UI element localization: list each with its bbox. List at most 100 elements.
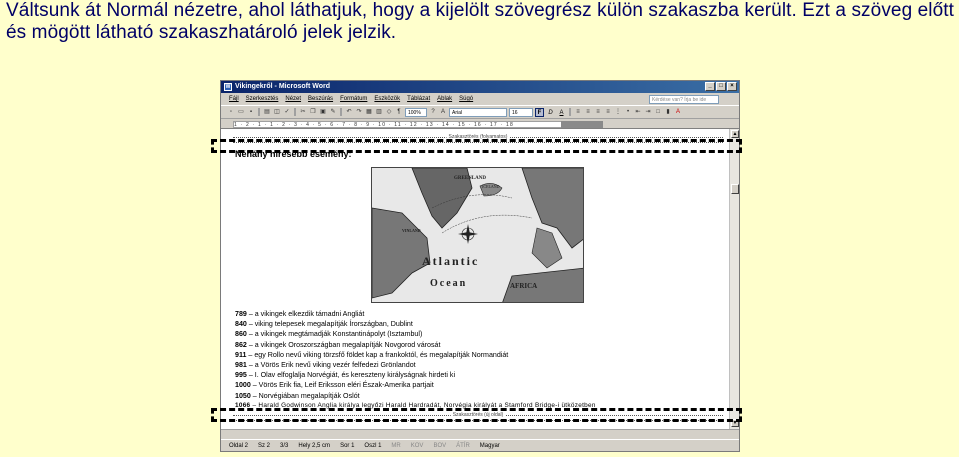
maximize-button[interactable]: □ <box>716 82 726 91</box>
event-text: – a vikingek elkezdik támadni Angliát <box>246 310 365 318</box>
italic-button[interactable]: D <box>546 108 555 117</box>
underline-button[interactable]: A <box>557 108 566 117</box>
redo-icon[interactable]: ↷ <box>355 108 363 116</box>
status-language: Magyar <box>479 442 500 449</box>
ruler-margin <box>561 121 603 128</box>
window-title: Vikingekről - Microsoft Word <box>235 83 331 90</box>
menu-view[interactable]: Nézet <box>285 96 301 102</box>
paste-icon[interactable]: ▣ <box>319 108 327 116</box>
copy-icon[interactable]: ❐ <box>309 108 317 116</box>
menu-file[interactable]: Fájl <box>229 96 239 102</box>
increase-indent-icon[interactable]: ⇥ <box>644 108 652 116</box>
word-app-icon: W <box>224 83 232 91</box>
event-text: – egy Rollo nevű viking törzsfő földet k… <box>246 350 509 359</box>
standard-toolbar: ▫ ▭ ▪ ▤ ◫ ✓ ✂ ❐ ▣ ✎ ↶ ↷ ▦ ▥ ◇ ¶ 100% ? A… <box>221 105 739 119</box>
columns-icon[interactable]: ▥ <box>375 108 383 116</box>
align-right-icon[interactable]: ≡ <box>594 108 602 116</box>
menu-format[interactable]: Formátum <box>340 96 367 102</box>
event-row: 862 – a vikingek Oroszországban megalapí… <box>235 340 725 350</box>
status-rec[interactable]: MR <box>391 443 400 449</box>
toolbar-separator <box>340 108 342 116</box>
status-bar: Oldal 2 Sz 2 3/3 Hely 2,5 cm Sor 1 Oszl … <box>221 439 739 451</box>
close-button[interactable]: × <box>727 82 737 91</box>
spelling-icon[interactable]: ✓ <box>283 108 291 116</box>
highlight-box-bottom <box>211 408 742 422</box>
vertical-scrollbar[interactable]: ▲ ▼ <box>729 129 739 429</box>
help-search-input[interactable]: Kérdése van? Írja be ide <box>649 95 719 104</box>
event-row: 860 – a vikingek megtámadják Konstantiná… <box>235 329 725 339</box>
print-preview-icon[interactable]: ◫ <box>273 108 281 116</box>
event-row: 789 – a vikingek elkezdik támadni Angliá… <box>235 309 725 319</box>
save-icon[interactable]: ▪ <box>247 108 255 116</box>
event-row: 1050 – Norvégiában megalapítják Oslót <box>235 391 725 401</box>
event-year: 1000 <box>235 381 251 390</box>
toolbar-separator <box>569 108 571 116</box>
minimize-button[interactable]: _ <box>705 82 715 91</box>
zoom-select[interactable]: 100% <box>405 107 427 117</box>
status-column: Oszl 1 <box>364 442 382 449</box>
border-icon[interactable]: □ <box>654 108 662 116</box>
menu-edit[interactable]: Szerkesztés <box>246 96 279 102</box>
new-document-icon[interactable]: ▫ <box>227 108 235 116</box>
ruler-scale: 1 · 2 · 1 · 1 · 2 · 3 · 4 · 5 · 6 · 7 · … <box>233 121 603 128</box>
cut-icon[interactable]: ✂ <box>299 108 307 116</box>
event-year: 911 <box>235 350 247 359</box>
event-text: – viking telepesek megalapítják Írország… <box>246 320 413 329</box>
document-area[interactable]: Szakasztörés (folyamatos) Néhány híreseb… <box>221 129 729 429</box>
toolbar-separator <box>294 108 296 116</box>
event-list: 789 – a vikingek elkezdik támadni Angliá… <box>235 309 725 411</box>
event-text: – a vikingek Oroszországban megalapítják… <box>246 340 441 349</box>
horizontal-ruler[interactable]: 1 · 2 · 1 · 1 · 2 · 3 · 4 · 5 · 6 · 7 · … <box>221 119 739 129</box>
event-text: – a Vörös Erik nevű viking vezér felfede… <box>246 361 416 370</box>
font-color-icon[interactable]: A <box>674 108 682 116</box>
scrollbar-thumb[interactable] <box>731 184 739 194</box>
map-label-iceland: ICELAND <box>482 184 500 189</box>
menu-table[interactable]: Táblázat <box>407 96 430 102</box>
status-position: Hely 2,5 cm <box>298 442 331 449</box>
justify-icon[interactable]: ≡ <box>604 108 612 116</box>
map-label-africa: AFRICA <box>510 282 538 290</box>
table-icon[interactable]: ▦ <box>365 108 373 116</box>
event-year: 860 <box>235 330 247 339</box>
event-year: 862 <box>235 340 247 349</box>
print-icon[interactable]: ▤ <box>263 108 271 116</box>
menu-window[interactable]: Ablak <box>437 96 452 102</box>
format-painter-icon[interactable]: ✎ <box>329 108 337 116</box>
event-text: – Vörös Erik fia, Leif Eriksson eléri És… <box>250 381 434 390</box>
drawing-icon[interactable]: ◇ <box>385 108 393 116</box>
event-row: 911 – egy Rollo nevű viking törzsfő föld… <box>235 350 725 360</box>
style-icon[interactable]: A <box>439 108 447 116</box>
bold-button[interactable]: F <box>535 107 544 117</box>
font-select[interactable]: Arial <box>449 107 507 117</box>
window-controls: _ □ × <box>705 82 737 91</box>
status-rev[interactable]: KOV <box>411 443 424 449</box>
menu-insert[interactable]: Beszúrás <box>308 96 333 102</box>
decrease-indent-icon[interactable]: ⇤ <box>634 108 642 116</box>
highlight-icon[interactable]: ▮ <box>664 108 672 116</box>
event-year: 789 <box>235 310 247 318</box>
status-ovr[interactable]: ÁTÍR <box>456 443 470 449</box>
help-icon[interactable]: ? <box>429 108 437 116</box>
undo-icon[interactable]: ↶ <box>345 108 353 116</box>
status-page: Oldal 2 <box>229 442 249 449</box>
align-center-icon[interactable]: ≡ <box>584 108 592 116</box>
font-size-select[interactable]: 16 <box>509 107 533 117</box>
map-label-greenland: GREENLAND <box>454 176 486 181</box>
numbering-icon[interactable]: ⋮ <box>614 108 622 116</box>
status-ext[interactable]: BOV <box>433 443 446 449</box>
event-year: 840 <box>235 320 247 329</box>
map-label-vinland: VINLAND <box>402 228 421 233</box>
event-year: 981 <box>235 361 247 370</box>
show-hide-icon[interactable]: ¶ <box>395 108 403 116</box>
event-row: 995 – I. Olav elfoglalja Norvégiát, és k… <box>235 370 725 380</box>
scroll-up-icon[interactable]: ▲ <box>731 130 739 138</box>
menu-tools[interactable]: Eszközök <box>374 96 400 102</box>
event-year: 1050 <box>235 391 251 400</box>
map-label-atlantic: Atlantic <box>422 254 480 268</box>
open-folder-icon[interactable]: ▭ <box>237 108 245 116</box>
title-bar: W Vikingekről - Microsoft Word _ □ × <box>221 81 739 93</box>
bullets-icon[interactable]: • <box>624 108 632 116</box>
menu-help[interactable]: Súgó <box>459 96 473 102</box>
horizontal-scrollbar[interactable] <box>221 429 739 439</box>
align-left-icon[interactable]: ≡ <box>574 108 582 116</box>
